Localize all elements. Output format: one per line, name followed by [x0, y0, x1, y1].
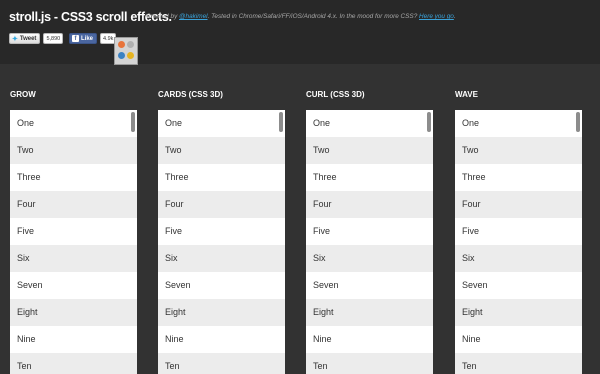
- list-item: Ten: [10, 353, 137, 374]
- list-item: Three: [158, 164, 285, 191]
- more-css-link[interactable]: Here you go: [419, 13, 454, 20]
- list-item: One: [10, 110, 137, 137]
- list-item: Ten: [455, 353, 582, 374]
- list-item: Seven: [10, 272, 137, 299]
- list-item: Four: [455, 191, 582, 218]
- page-header: stroll.js - CSS3 scroll effects. Created…: [0, 0, 600, 64]
- credits-text: Created by @hakimel. Tested in Chrome/Sa…: [146, 13, 456, 20]
- tweet-label: Tweet: [19, 35, 37, 42]
- facebook-icon: f: [72, 35, 79, 42]
- tweet-count: 5,890: [43, 33, 64, 44]
- list-item: Four: [306, 191, 433, 218]
- list-item: Nine: [158, 326, 285, 353]
- list-item: One: [158, 110, 285, 137]
- list-cards[interactable]: One Two Three Four Five Six Seven Eight …: [158, 110, 285, 374]
- list-item: Two: [10, 137, 137, 164]
- list-item: Seven: [455, 272, 582, 299]
- list-item: Nine: [10, 326, 137, 353]
- author-link[interactable]: @hakimel: [179, 13, 208, 20]
- list-item: One: [455, 110, 582, 137]
- list-item: Three: [306, 164, 433, 191]
- list-item: Eight: [10, 299, 137, 326]
- list-item: Six: [158, 245, 285, 272]
- list-item: Nine: [306, 326, 433, 353]
- list-item: One: [306, 110, 433, 137]
- list-item: Five: [10, 218, 137, 245]
- list-item: Five: [158, 218, 285, 245]
- credits-prefix: Created by: [146, 13, 180, 20]
- scrollbar-thumb[interactable]: [131, 112, 135, 132]
- scrollbar-thumb[interactable]: [427, 112, 431, 132]
- scrollbar-thumb[interactable]: [279, 112, 283, 132]
- list-grow[interactable]: One Two Three Four Five Six Seven Eight …: [10, 110, 137, 374]
- list-wave[interactable]: One Two Three Four Five Six Seven Eight …: [455, 110, 582, 374]
- list-item: Five: [455, 218, 582, 245]
- list-item: Eight: [306, 299, 433, 326]
- list-item: Two: [158, 137, 285, 164]
- like-share: f Like 4.9k: [69, 33, 117, 44]
- list-item: Four: [10, 191, 137, 218]
- browser-extension-icon[interactable]: [114, 37, 138, 65]
- tweet-share: ✦ Tweet 5,890: [9, 33, 64, 44]
- list-heading-wave: WAVE: [455, 90, 478, 99]
- list-heading-grow: GROW: [10, 90, 36, 99]
- list-item: Ten: [158, 353, 285, 374]
- yellow-circle-icon: [127, 52, 134, 59]
- blue-circle-icon: [118, 52, 125, 59]
- list-item: Four: [158, 191, 285, 218]
- list-item: Six: [10, 245, 137, 272]
- list-item: Two: [306, 137, 433, 164]
- gray-circle-icon: [127, 41, 134, 48]
- like-button[interactable]: f Like: [69, 33, 98, 44]
- orange-circle-icon: [118, 41, 125, 48]
- twitter-bird-icon: ✦: [12, 35, 18, 43]
- list-heading-cards: CARDS (CSS 3D): [158, 90, 223, 99]
- list-item: Eight: [158, 299, 285, 326]
- list-item: Three: [10, 164, 137, 191]
- scrollbar-thumb[interactable]: [576, 112, 580, 132]
- credits-suffix: .: [453, 13, 456, 20]
- list-item: Nine: [455, 326, 582, 353]
- credits-middle: . Tested in Chrome/Safari/FF/iOS/Android…: [207, 13, 420, 20]
- list-item: Six: [455, 245, 582, 272]
- list-item: Two: [455, 137, 582, 164]
- tweet-button[interactable]: ✦ Tweet: [9, 33, 41, 44]
- list-heading-curl: CURL (CSS 3D): [306, 90, 365, 99]
- list-item: Seven: [306, 272, 433, 299]
- like-label: Like: [81, 35, 94, 42]
- list-curl[interactable]: One Two Three Four Five Six Seven Eight …: [306, 110, 433, 374]
- list-item: Five: [306, 218, 433, 245]
- list-item: Seven: [158, 272, 285, 299]
- list-item: Three: [455, 164, 582, 191]
- list-item: Eight: [455, 299, 582, 326]
- list-item: Ten: [306, 353, 433, 374]
- list-item: Six: [306, 245, 433, 272]
